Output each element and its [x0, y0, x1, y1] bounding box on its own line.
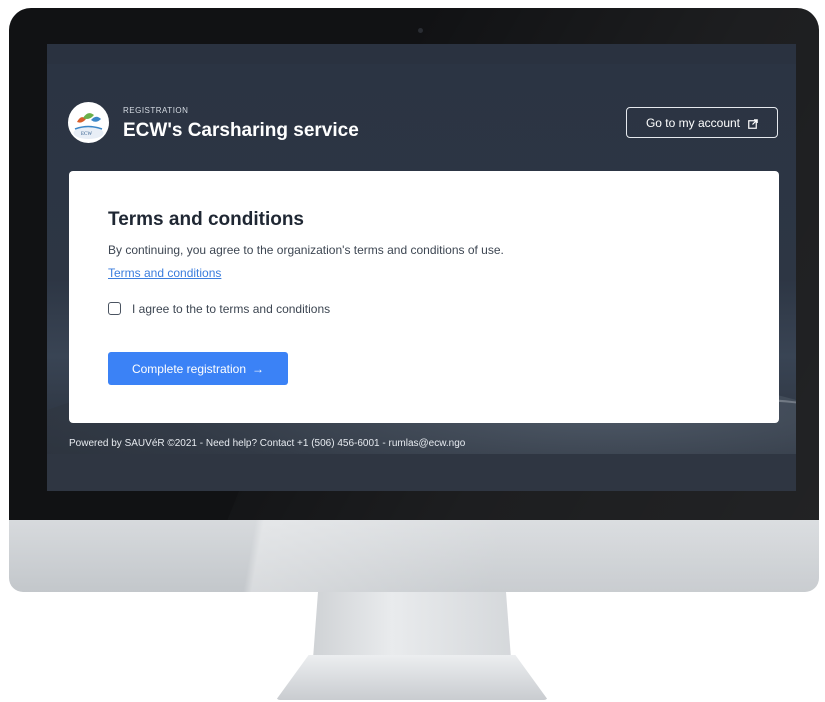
- monitor-chin: [9, 520, 819, 592]
- organization-logo: ECW: [68, 102, 109, 143]
- terms-link[interactable]: Terms and conditions: [108, 266, 221, 280]
- terms-card: Terms and conditions By continuing, you …: [69, 171, 779, 423]
- arrow-right-icon: →: [252, 361, 265, 376]
- header-background: ECW REGISTRATION ECW's Carsharing servic…: [47, 64, 796, 454]
- screen: ECW REGISTRATION ECW's Carsharing servic…: [47, 44, 796, 491]
- go-to-account-label: Go to my account: [645, 115, 741, 130]
- chin-reflection: [9, 520, 819, 592]
- agree-checkbox-label[interactable]: I agree to the to terms and conditions: [132, 302, 330, 316]
- terms-description: By continuing, you agree to the organiza…: [108, 243, 504, 257]
- header-overline: REGISTRATION: [123, 106, 189, 115]
- agree-checkbox[interactable]: [108, 302, 121, 315]
- complete-registration-label: Complete registration: [131, 361, 247, 376]
- external-link-icon: [748, 118, 758, 129]
- page-title: ECW's Carsharing service: [123, 120, 359, 141]
- logo-text: ECW: [81, 132, 92, 137]
- footer-credits: Powered by SAUVéR ©2021 - Need help? Con…: [69, 438, 466, 449]
- camera-dot: [418, 28, 423, 33]
- complete-registration-button[interactable]: Complete registration →: [108, 352, 288, 385]
- go-to-account-button[interactable]: Go to my account: [626, 107, 778, 138]
- browser-top-bar: [47, 44, 796, 64]
- screen-bottom-bar: [47, 454, 796, 491]
- monitor-stand-base: [276, 655, 548, 700]
- monitor-bezel: ECW REGISTRATION ECW's Carsharing servic…: [9, 8, 819, 520]
- terms-heading: Terms and conditions: [108, 209, 305, 230]
